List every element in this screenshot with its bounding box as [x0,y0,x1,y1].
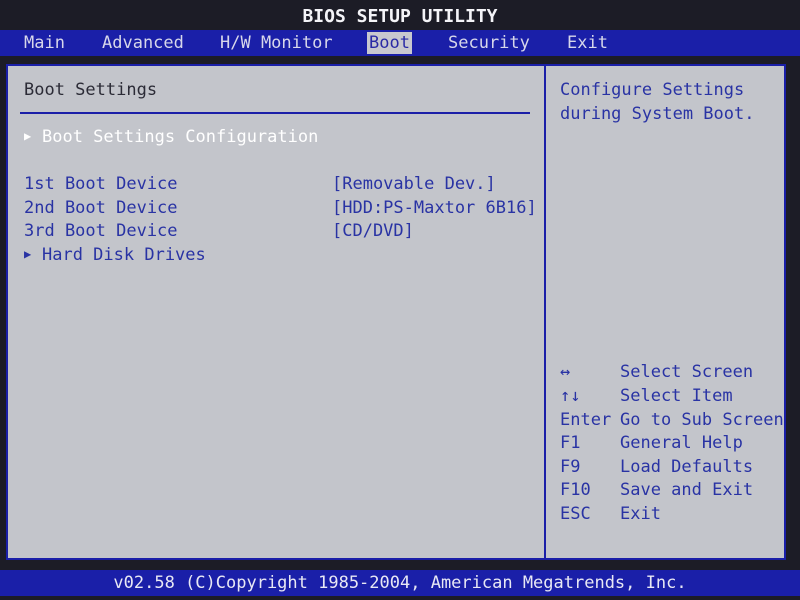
boot-device-2-value[interactable]: [HDD:PS-Maxtor 6B16] [332,198,537,218]
key-action: Exit [620,504,661,524]
arrow-up-down-icon: ↑↓ [560,386,581,406]
tab-security[interactable]: Security [446,32,532,54]
key-hint: F10 Save and Exit [560,480,753,500]
main-panel: Boot Settings ▶ Boot Settings Configurati… [6,64,786,560]
key-action: Save and Exit [620,480,754,500]
key-action: General Help [620,433,743,453]
tab-advanced[interactable]: Advanced [100,32,186,54]
help-pane: Configure Settings during System Boot. ↔… [544,66,784,558]
key-action: Load Defaults [620,457,754,477]
section-divider [20,112,530,114]
key-label: F10 [560,480,591,500]
boot-device-3-label: 3rd Boot Device [24,221,178,241]
submenu-arrow-icon: ▶ [24,247,32,261]
key-label: Enter [560,410,612,430]
section-title: Boot Settings [24,80,158,100]
key-label: ESC [560,504,591,524]
submenu-label: Boot Settings Configuration [42,127,319,147]
boot-settings-configuration-item[interactable]: ▶ Boot Settings Configuration [24,127,318,147]
boot-device-2-label: 2nd Boot Device [24,198,178,218]
key-label: F1 [560,433,581,453]
menu-bar: Main Advanced H/W Monitor Boot Security … [0,30,800,56]
key-hint: Enter Go to Sub Screen [560,410,784,430]
hard-disk-drives-item[interactable]: ▶ Hard Disk Drives [24,245,206,265]
key-hint: F1 General Help [560,433,743,453]
key-action: Go to Sub Screen [620,410,784,430]
key-label: F9 [560,457,581,477]
copyright-footer: v02.58 (C)Copyright 1985-2004, American … [0,570,800,596]
key-hint: ↑↓ Select Item [560,386,733,406]
tab-exit[interactable]: Exit [565,32,610,54]
bios-screen: BIOS SETUP UTILITY Main Advanced H/W Mon… [0,0,800,600]
boot-device-1-label: 1st Boot Device [24,174,178,194]
key-hint: ↔ Select Screen [560,362,753,382]
key-hint: ESC Exit [560,504,661,524]
boot-device-1-value[interactable]: [Removable Dev.] [332,174,496,194]
key-action: Select Item [620,386,733,406]
tab-hw-monitor[interactable]: H/W Monitor [218,32,335,54]
submenu-arrow-icon: ▶ [24,129,32,143]
hard-disk-drives-label: Hard Disk Drives [42,245,206,265]
window-title: BIOS SETUP UTILITY [302,6,498,27]
key-action: Select Screen [620,362,754,382]
arrow-left-right-icon: ↔ [560,362,571,382]
boot-device-3-value[interactable]: [CD/DVD] [332,221,414,241]
settings-pane: Boot Settings ▶ Boot Settings Configurati… [8,66,544,558]
help-text: Configure Settings during System Boot. [560,80,755,124]
key-hint: F9 Load Defaults [560,457,753,477]
tab-boot[interactable]: Boot [367,32,412,54]
tab-main[interactable]: Main [22,32,67,54]
